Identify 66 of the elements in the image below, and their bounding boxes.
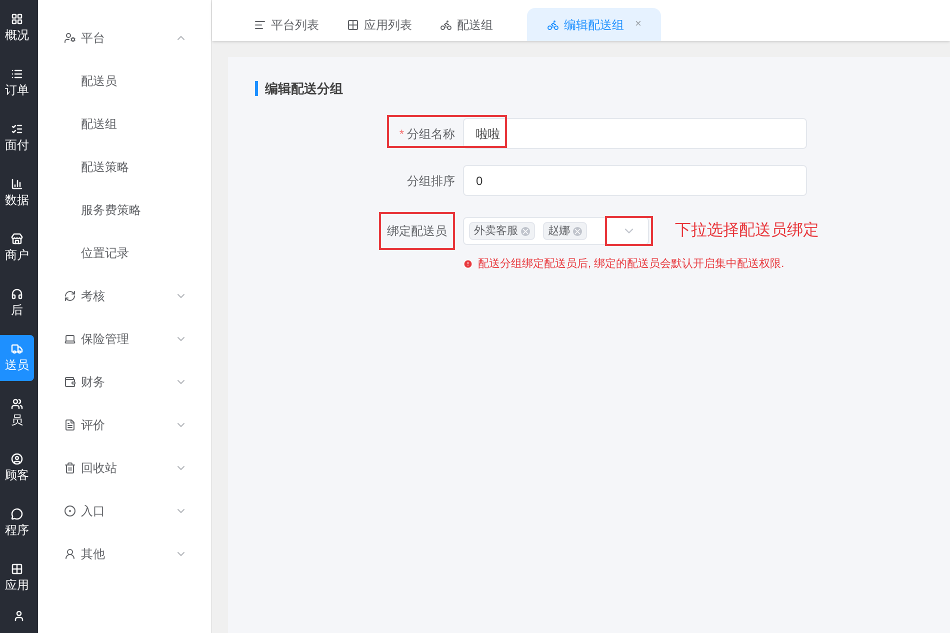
rail-item[interactable]: 订单 (0, 60, 34, 106)
rail-item[interactable]: 程序 (0, 500, 34, 546)
rail-icon (11, 233, 23, 245)
field-label: * 分组名称 (399, 126, 455, 142)
menu-icon (64, 504, 76, 516)
tab[interactable]: 平台列表 (250, 8, 323, 41)
tag: 外卖客服 (469, 222, 535, 240)
rail-item[interactable]: 送员 (0, 335, 34, 381)
dropdown-toggle[interactable] (605, 216, 653, 246)
rail-icon (11, 68, 23, 80)
menu-group[interactable]: 平台 (38, 16, 211, 59)
tab-icon (547, 18, 559, 30)
rail-item[interactable]: 应用 (0, 555, 34, 601)
menu-icon (64, 32, 76, 44)
tab-icon (347, 18, 359, 30)
error-icon (463, 259, 473, 270)
menu-icon (64, 290, 76, 302)
rail-icon (11, 398, 23, 410)
menu-icon (64, 548, 76, 560)
rail-icon (11, 343, 23, 355)
menu-group[interactable]: 考核 (38, 274, 211, 317)
menu-group[interactable]: 财务 (38, 360, 211, 403)
remove-icon (573, 226, 582, 236)
menu-group[interactable]: 回收站 (38, 446, 211, 489)
rail-icon (11, 288, 23, 300)
tab[interactable]: 应用列表 (343, 8, 416, 41)
rail-item[interactable]: 数据 (0, 170, 34, 216)
remove-icon (521, 226, 530, 236)
menu-group[interactable]: 保险管理 (38, 317, 211, 360)
select-field[interactable]: 外卖客服 赵娜 (463, 217, 649, 245)
menu-item[interactable]: 配送策略 (38, 145, 211, 188)
menu-item[interactable]: 配送组 (38, 102, 211, 145)
annotation-text: 下拉选择配送员绑定 (675, 220, 819, 241)
rail-icon (11, 453, 23, 465)
menu-group[interactable]: 评价 (38, 403, 211, 446)
menu-item[interactable]: 服务费策略 (38, 188, 211, 231)
rail-item[interactable]: 商户 (0, 225, 34, 271)
menu-item[interactable]: 配送员 (38, 59, 211, 102)
rail-icon (11, 178, 23, 190)
tab[interactable]: 配送组 (436, 8, 497, 41)
rail-icon (11, 123, 23, 135)
field-label: 分组排序 (407, 172, 455, 190)
section-title: 编辑配送分组 (255, 81, 950, 96)
menu-icon (64, 332, 76, 344)
menu-group[interactable]: 其他 (38, 532, 211, 575)
rail-icon (11, 508, 23, 520)
field-label: 绑定配送员 (379, 212, 455, 250)
tab-icon (254, 18, 266, 30)
input-field[interactable]: 啦啦 (463, 118, 807, 149)
tab-icon (440, 18, 452, 30)
hint-text: 配送分组绑定配送员后, 绑定的配送员会默认开启集中配送权限. (478, 256, 784, 272)
menu-item[interactable]: 位置记录 (38, 231, 211, 274)
tag: 赵娜 (543, 222, 587, 240)
rail-icon (11, 563, 23, 575)
menu-group[interactable]: 入口 (38, 489, 211, 532)
rail-item[interactable]: 员 (0, 390, 34, 436)
rail-item[interactable]: 面付 (0, 115, 34, 161)
menu-icon (64, 376, 76, 388)
user-icon (13, 610, 25, 622)
menu-icon (64, 462, 76, 474)
menu-icon (64, 418, 76, 430)
rail-icon (11, 13, 23, 25)
rail-item[interactable]: 概况 (0, 5, 34, 51)
rail-item[interactable]: 后 (0, 280, 34, 326)
rail-item[interactable]: 顾客 (0, 445, 34, 491)
input-field[interactable]: 0 (463, 165, 807, 196)
